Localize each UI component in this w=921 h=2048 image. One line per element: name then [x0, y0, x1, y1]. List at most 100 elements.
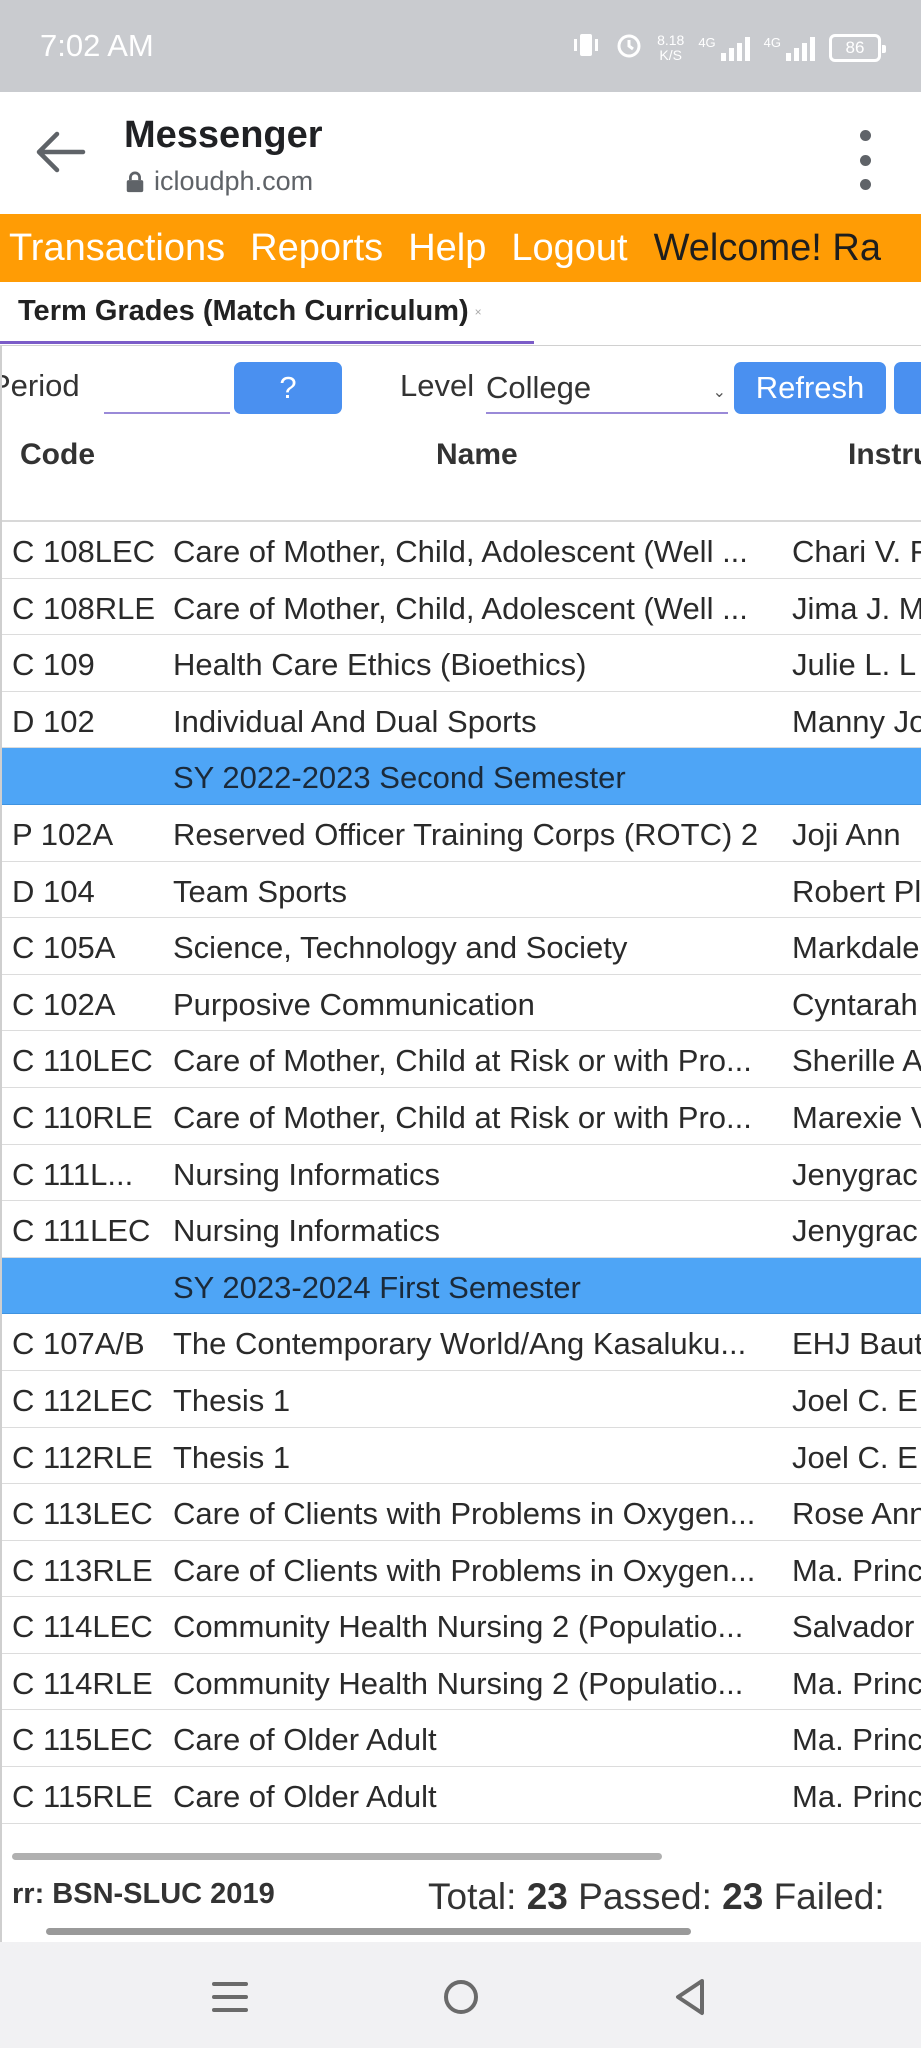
- cell-name: Care of Mother, Child at Risk or with Pr…: [173, 1043, 752, 1079]
- cell-instructor: Robert Pl: [792, 873, 921, 909]
- table-row[interactable]: C 113LEC Care of Clients with Problems in…: [2, 1484, 921, 1541]
- cell-code: C 108LEC: [12, 534, 156, 569]
- network-speed: 8.18 K/S: [657, 32, 685, 63]
- passed-value: 23: [722, 1876, 764, 1917]
- table-row[interactable]: C 112RLE Thesis 1 Joel C. E: [2, 1428, 921, 1485]
- cell-instructor: Cyntarah: [792, 986, 918, 1022]
- cell-code: C 115LEC: [12, 1722, 153, 1758]
- semester-group-row[interactable]: SY 2023-2024 First Semester: [2, 1257, 921, 1315]
- cell-instructor: Joel C. E: [792, 1439, 918, 1475]
- page-horizontal-scrollbar[interactable]: [46, 1928, 691, 1935]
- arrow-left-icon[interactable]: [30, 122, 90, 182]
- cell-name: Health Care Ethics (Bioethics): [173, 647, 587, 683]
- period-lookup-button[interactable]: ?: [234, 362, 342, 414]
- cell-name: Nursing Informatics: [173, 1156, 441, 1192]
- cell-code: C 115RLE: [12, 1779, 153, 1815]
- table-row[interactable]: C 113RLE Care of Clients with Problems in…: [2, 1541, 921, 1598]
- table-row[interactable]: P 102A Reserved Officer Training Corps (R…: [2, 805, 921, 862]
- lock-icon: [126, 171, 144, 192]
- cell-instructor: Ma. Princ: [792, 1722, 921, 1758]
- cell-code: C 114LEC: [12, 1609, 153, 1645]
- header-instructor[interactable]: Instru: [848, 438, 921, 472]
- header-code[interactable]: Code: [20, 438, 95, 472]
- cell-code: C 110LEC: [12, 1043, 153, 1079]
- cell-name: Care of Mother, Child at Risk or with Pr…: [173, 1099, 752, 1135]
- table-row[interactable]: C 110RLE Care of Mother, Child at Risk or…: [2, 1088, 921, 1145]
- cell-code: C 113RLE: [12, 1552, 153, 1588]
- horizontal-scrollbar[interactable]: [12, 1853, 662, 1860]
- cell-code: C 113LEC: [12, 1496, 153, 1532]
- cell-instructor: EHJ Baut: [792, 1326, 921, 1362]
- cell-code: C 108RLE: [12, 590, 156, 626]
- system-back-icon[interactable]: [660, 1972, 720, 2022]
- table-row[interactable]: C 114RLE Community Health Nursing 2 (Popu…: [2, 1654, 921, 1711]
- cell-instructor: Jima J. M: [792, 590, 921, 626]
- recent-apps-icon[interactable]: [200, 1972, 260, 2022]
- cell-instructor: Markdale: [792, 930, 920, 966]
- cell-instructor: Ma. Princ: [792, 1552, 921, 1588]
- extra-button[interactable]: [894, 362, 921, 414]
- table-row[interactable]: C 114LEC Community Health Nursing 2 (Popu…: [2, 1597, 921, 1654]
- nav-transactions[interactable]: Transactions: [0, 227, 225, 270]
- home-icon[interactable]: [431, 1972, 491, 2022]
- network-type-2: 4G: [763, 35, 781, 50]
- table-row[interactable]: C 110LEC Care of Mother, Child at Risk or…: [2, 1031, 921, 1088]
- cell-name: Community Health Nursing 2 (Populatio...: [173, 1609, 744, 1645]
- table-row[interactable]: C 115RLE Care of Older Adult Ma. Princ: [2, 1767, 921, 1824]
- table-row[interactable]: C 105A Science, Technology and Society Mar…: [2, 918, 921, 975]
- total-label: Total:: [428, 1876, 527, 1917]
- table-row[interactable]: C 108RLE Care of Mother, Child, Adolescen…: [2, 579, 921, 636]
- table-header: Code Name Instru: [2, 426, 921, 522]
- curriculum-value: BSN-SLUC 2019: [52, 1878, 275, 1910]
- cell-name: Individual And Dual Sports: [173, 703, 537, 739]
- welcome-text: Welcome! Ra: [653, 226, 881, 269]
- cell-code: C 109: [12, 647, 95, 683]
- semester-group-row[interactable]: SY 2022-2023 Second Semester: [2, 748, 921, 805]
- cell-code: C 112LEC: [12, 1382, 153, 1418]
- cell-instructor: Joji Ann: [792, 816, 901, 852]
- grades-panel: Period ? Level College ⌄ Refresh Code Na…: [0, 346, 921, 1942]
- period-label: Period: [2, 368, 80, 403]
- cell-code: C 111L...: [12, 1156, 134, 1192]
- level-select[interactable]: College ⌄: [486, 370, 728, 414]
- cell-name: Nursing Informatics: [173, 1213, 441, 1249]
- cell-instructor: Jenygrac: [792, 1156, 918, 1192]
- table-row[interactable]: C 111LEC Nursing Informatics Jenygrac: [2, 1201, 921, 1258]
- cell-name: Thesis 1: [173, 1382, 291, 1418]
- nav-logout[interactable]: Logout: [502, 227, 627, 270]
- status-icons: 8.18 K/S 4G 4G 86: [571, 28, 886, 68]
- app-title: Messenger: [124, 114, 323, 156]
- table-row[interactable]: D 104 Team Sports Robert Pl: [2, 862, 921, 919]
- more-vert-icon[interactable]: [853, 130, 877, 190]
- semester-label: SY 2022-2023 Second Semester: [173, 760, 626, 796]
- curriculum-label: rr:: [12, 1878, 53, 1910]
- table-row[interactable]: C 109 Health Care Ethics (Bioethics) Julie…: [2, 635, 921, 692]
- table-row[interactable]: C 111L... Nursing Informatics Jenygrac: [2, 1145, 921, 1202]
- cell-name: The Contemporary World/Ang Kasaluku...: [173, 1326, 747, 1362]
- cell-name: Care of Mother, Child, Adolescent (Well …: [173, 534, 748, 569]
- table-row[interactable]: C 108LEC Care of Mother, Child, Adolescen…: [2, 522, 921, 579]
- cell-name: Care of Clients with Problems in Oxygen.…: [173, 1552, 756, 1588]
- header-name[interactable]: Name: [436, 438, 518, 472]
- nav-help[interactable]: Help: [399, 227, 486, 270]
- close-icon[interactable]: ×: [475, 305, 482, 319]
- cell-code: D 102: [12, 703, 95, 739]
- period-input[interactable]: [104, 370, 230, 414]
- table-row[interactable]: C 107A/B The Contemporary World/Ang Kasal…: [2, 1314, 921, 1371]
- table-row[interactable]: C 112LEC Thesis 1 Joel C. E: [2, 1371, 921, 1428]
- nav-reports[interactable]: Reports: [241, 227, 383, 270]
- cell-code: D 104: [12, 873, 95, 909]
- network-type-1: 4G: [698, 35, 716, 50]
- cell-instructor: Marexie V: [792, 1099, 921, 1135]
- cell-code: C 102A: [12, 986, 116, 1022]
- tab-label: Term Grades (Match Curriculum): [18, 295, 469, 327]
- table-row[interactable]: C 102A Purposive Communication Cyntarah: [2, 975, 921, 1032]
- cell-instructor: Ma. Princ: [792, 1779, 921, 1815]
- signal-icon: 4G: [698, 35, 750, 61]
- alarm-icon: [615, 31, 643, 66]
- table-row[interactable]: C 115LEC Care of Older Adult Ma. Princ: [2, 1710, 921, 1768]
- tab-term-grades[interactable]: Term Grades (Match Curriculum) ×: [0, 282, 534, 344]
- refresh-button[interactable]: Refresh: [734, 362, 886, 414]
- table-row[interactable]: D 102 Individual And Dual Sports Manny Jo: [2, 692, 921, 749]
- cell-name: Care of Clients with Problems in Oxygen.…: [173, 1496, 756, 1532]
